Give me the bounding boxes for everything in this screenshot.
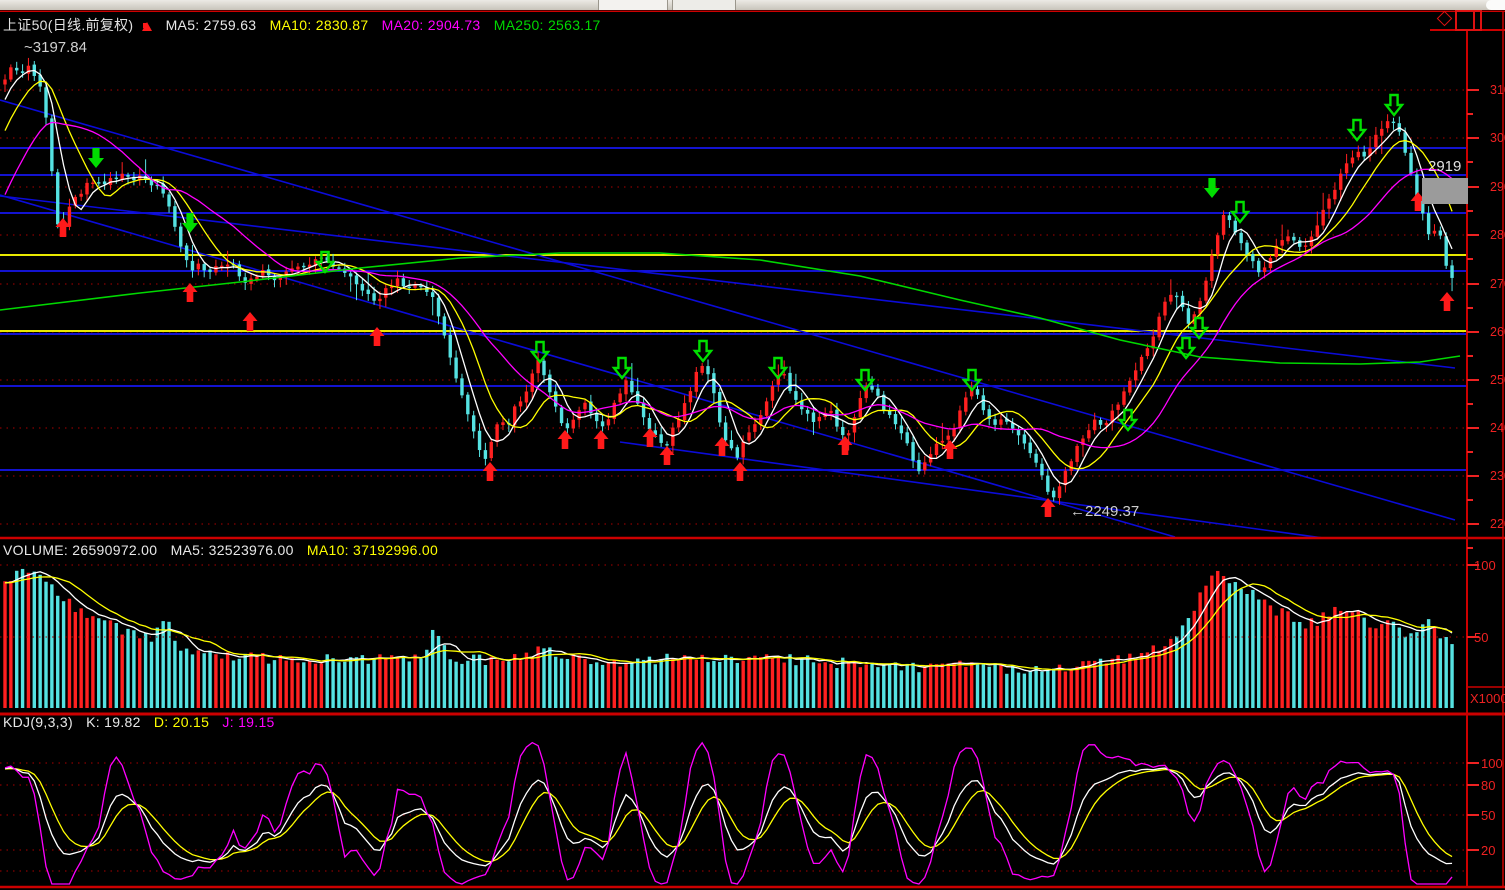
- volume-value-label: VOLUME: 26590972.00: [3, 542, 157, 558]
- svg-text:100: 100: [1481, 756, 1503, 771]
- svg-text:50: 50: [1474, 630, 1488, 645]
- kdj-header: KDJ(9,3,3) K: 19.82 D: 20.15 J: 19.15: [3, 714, 284, 730]
- kdj-j-label: J: 19.15: [222, 714, 274, 730]
- svg-text:2800: 2800: [1490, 228, 1505, 242]
- axis-layer: 3100 3000 2900 2800 2700 2600 2500 2400 2300 2200…: [0, 11, 1505, 887]
- price-up-arrow-icon: [142, 17, 152, 33]
- trading-terminal: 3100 3000 2900 2800 2700 2600 2500 2400 2300 2200…: [0, 0, 1505, 890]
- svg-text:2600: 2600: [1490, 325, 1505, 339]
- signal-arrows-layer: [56, 95, 1455, 517]
- ma10-legend: MA10: 2830.87: [270, 17, 369, 33]
- svg-text:2700: 2700: [1490, 277, 1505, 291]
- svg-text:80: 80: [1481, 778, 1495, 793]
- ma250-legend: MA250: 2563.17: [494, 17, 601, 33]
- volume-pane: [0, 565, 1467, 708]
- kdj-d-label: D: 20.15: [154, 714, 209, 730]
- svg-text:X10000: X10000: [1470, 691, 1505, 706]
- volume-ma10-label: MA10: 37192996.00: [307, 542, 438, 558]
- axis-marker-box: [1422, 178, 1468, 204]
- svg-text:2200: 2200: [1490, 517, 1505, 531]
- kdj-pane: [0, 743, 1467, 884]
- volume-header: VOLUME: 26590972.00 MA5: 32523976.00 MA1…: [3, 542, 447, 558]
- svg-text:3100: 3100: [1490, 83, 1505, 97]
- svg-text:100: 100: [1474, 558, 1496, 573]
- chart-title: 上证50(日线.前复权): [3, 17, 133, 33]
- svg-text:2400: 2400: [1490, 421, 1505, 435]
- kdj-k-label: K: 19.82: [86, 714, 141, 730]
- kdj-params-label: KDJ(9,3,3): [3, 714, 73, 730]
- main-chart-header: 上证50(日线.前复权) MA5: 2759.63 MA10: 2830.87 …: [3, 15, 610, 35]
- main-pane: [0, 58, 1460, 556]
- grid-layer: [0, 90, 1467, 524]
- svg-text:2500: 2500: [1490, 373, 1505, 387]
- svg-text:20: 20: [1481, 843, 1495, 858]
- svg-text:2900: 2900: [1490, 180, 1505, 194]
- svg-text:3000: 3000: [1490, 131, 1505, 145]
- svg-text:50: 50: [1481, 808, 1495, 823]
- high-price-annotation: ~3197.84: [24, 39, 87, 56]
- axis-price-marker: 2919: [1428, 158, 1461, 175]
- ma5-legend: MA5: 2759.63: [166, 17, 257, 33]
- low-price-annotation: ←2249.37: [1070, 503, 1139, 520]
- svg-text:2300: 2300: [1490, 469, 1505, 483]
- chart-canvas[interactable]: 3100 3000 2900 2800 2700 2600 2500 2400 2300 2200…: [0, 0, 1505, 890]
- volume-ma5-label: MA5: 32523976.00: [171, 542, 294, 558]
- ma20-legend: MA20: 2904.73: [382, 17, 481, 33]
- window-panes-icon[interactable]: [1455, 10, 1482, 31]
